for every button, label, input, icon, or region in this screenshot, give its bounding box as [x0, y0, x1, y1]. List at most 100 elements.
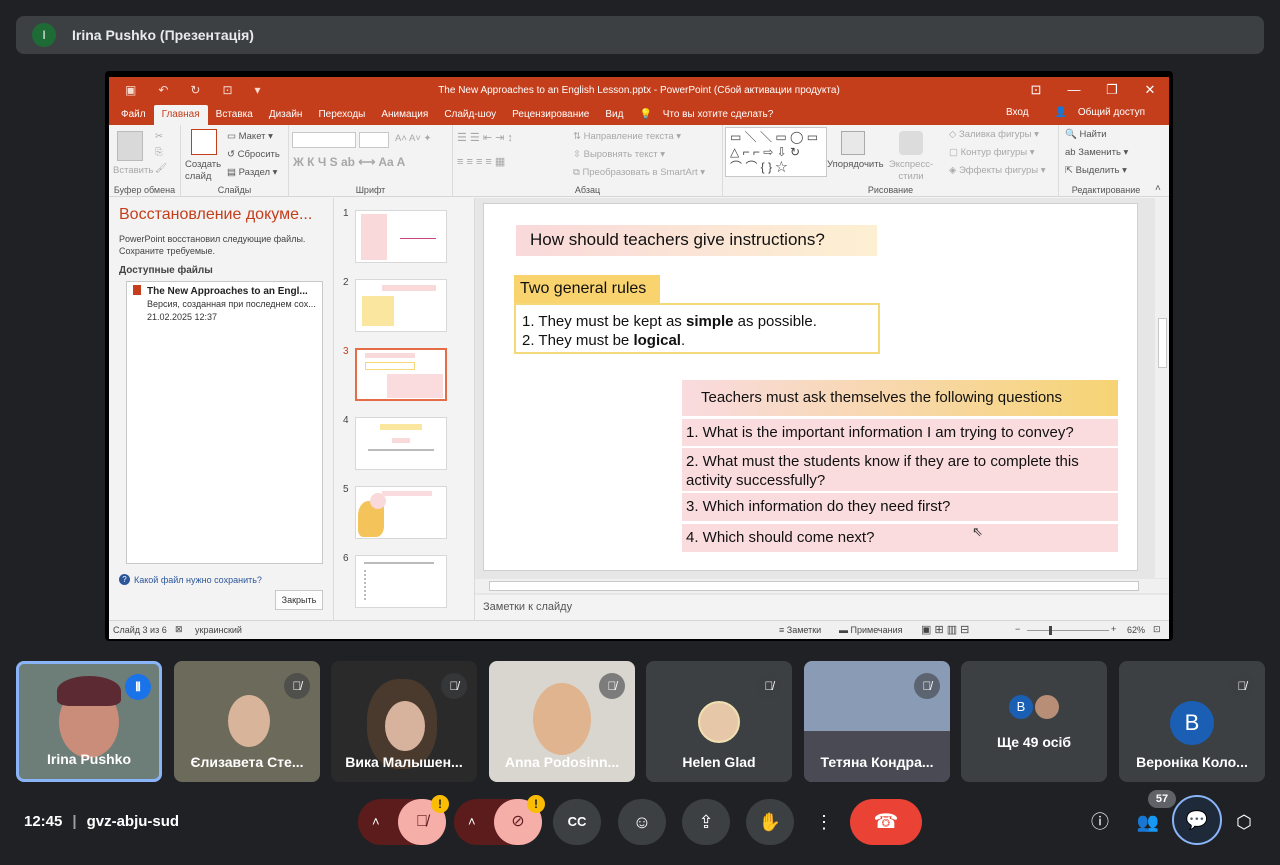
text-direction-button[interactable]: ⇅ Направление текста ▾: [573, 131, 681, 142]
font-size-field[interactable]: [359, 132, 389, 148]
arrange-icon[interactable]: [841, 131, 865, 155]
emoji-button[interactable]: ☺: [618, 799, 666, 845]
view-buttons[interactable]: ▣ ⊞ ▥ ⊟: [921, 623, 969, 636]
notes-toggle[interactable]: ≡ Заметки: [779, 625, 821, 635]
collapse-ribbon-icon[interactable]: ˄: [1155, 183, 1161, 194]
raise-hand-button[interactable]: ✋: [746, 799, 794, 845]
recovered-files-list: The New Approaches to an Engl... Версия,…: [126, 281, 323, 564]
recovered-file-name[interactable]: The New Approaches to an Engl...: [147, 286, 308, 297]
quick-styles-icon[interactable]: [899, 131, 923, 155]
section-button[interactable]: ▤ Раздел ▾: [227, 167, 277, 178]
cut-icon[interactable]: ✂: [155, 131, 163, 142]
font-format-buttons[interactable]: Ж К Ч S ab ⟷ Aa A: [293, 155, 405, 169]
participant-tile-tetiana[interactable]: 🎙̸ Тетяна Кондра...: [804, 661, 950, 782]
mic-options-chevron-icon[interactable]: ˄: [372, 799, 380, 845]
slide-thumb-5[interactable]: [355, 486, 447, 539]
chat-icon[interactable]: 💬: [1172, 795, 1222, 845]
tell-me-box[interactable]: 💡 Что вы хотите сделать?: [631, 105, 789, 125]
more-participants-tile[interactable]: B Ще 49 осіб: [961, 661, 1107, 782]
align-buttons[interactable]: ≡ ≡ ≡ ≡ ▦: [457, 155, 505, 168]
new-slide-icon[interactable]: [191, 129, 217, 155]
redo-icon[interactable]: ↻: [190, 83, 200, 97]
spellcheck-icon[interactable]: ⊠: [175, 624, 183, 635]
people-icon[interactable]: 👥: [1130, 804, 1166, 840]
participant-tile-helen[interactable]: 🎙̸ Helen Glad: [646, 661, 792, 782]
mic-off-icon: 🎙̸: [756, 673, 782, 699]
paste-icon[interactable]: [117, 131, 143, 161]
tab-transitions[interactable]: Переходы: [310, 105, 373, 125]
shape-outline-button[interactable]: ▢ Контур фигуры ▾: [949, 147, 1034, 158]
tab-design[interactable]: Дизайн: [261, 105, 311, 125]
tab-file[interactable]: Файл: [113, 105, 154, 125]
shape-fill-button[interactable]: ◇ Заливка фигуры ▾: [949, 129, 1039, 140]
which-file-link[interactable]: ? Какой файл нужно сохранить?: [119, 574, 262, 585]
horizontal-scroll-thumb[interactable]: [489, 581, 1139, 591]
slide-thumb-6[interactable]: [355, 555, 447, 608]
layout-button[interactable]: ▭ Макет ▾: [227, 131, 273, 142]
share-button[interactable]: 👤 Общий доступ: [1047, 103, 1161, 123]
camera-options-chevron-icon[interactable]: ˄: [468, 799, 476, 845]
zoom-slider-thumb[interactable]: [1049, 626, 1052, 635]
comments-toggle[interactable]: ▬ Примечания: [839, 625, 902, 635]
activities-icon[interactable]: ⬡: [1226, 804, 1262, 840]
captions-button[interactable]: CC: [553, 799, 601, 845]
present-screen-button[interactable]: ⇪: [682, 799, 730, 845]
find-button[interactable]: 🔍 Найти: [1065, 129, 1107, 140]
format-painter-icon[interactable]: 🖌: [155, 163, 167, 174]
arrange-button[interactable]: Упорядочить: [827, 159, 884, 170]
restore-icon[interactable]: ❐: [1093, 77, 1131, 103]
participant-tile-irina[interactable]: ⦀ Irina Pushko: [16, 661, 162, 782]
tab-slideshow[interactable]: Слайд-шоу: [436, 105, 504, 125]
tab-home[interactable]: Главная: [153, 105, 208, 125]
zoom-slider[interactable]: [1027, 630, 1109, 631]
ribbon-display-icon[interactable]: ⊡: [1017, 77, 1055, 103]
vertical-scrollbar[interactable]: [1155, 198, 1169, 578]
shapes-gallery[interactable]: ▭ ＼ ＼ ▭ ◯ ▭ △ ⌐ ⌐ ⇨ ⇩ ↻ ⌒ ⌒ { } ☆: [725, 127, 827, 177]
align-text-button[interactable]: ⇳ Выровнять текст ▾: [573, 149, 665, 160]
tab-review[interactable]: Рецензирование: [504, 105, 597, 125]
tab-insert[interactable]: Вставка: [208, 105, 261, 125]
undo-icon[interactable]: ↶: [158, 83, 168, 97]
tab-animations[interactable]: Анимация: [373, 105, 436, 125]
new-slide-button[interactable]: Создать слайд: [185, 159, 225, 183]
participant-tile-vika[interactable]: 🎙̸ Вика Малышен...: [331, 661, 477, 782]
zoom-out-icon[interactable]: −: [1015, 624, 1020, 634]
tab-view[interactable]: Вид: [597, 105, 631, 125]
font-size-buttons[interactable]: A˄ A˅ ✦: [395, 133, 431, 144]
close-recovery-button[interactable]: Закрыть: [275, 590, 323, 610]
signin-link[interactable]: Вход: [998, 103, 1037, 123]
paste-button[interactable]: Вставить: [113, 165, 153, 176]
vertical-scroll-thumb[interactable]: [1158, 318, 1167, 368]
copy-icon[interactable]: ⎘: [155, 147, 163, 158]
quick-styles-button[interactable]: Экспресс-стили: [883, 159, 939, 183]
end-call-button[interactable]: ☎: [850, 799, 922, 845]
smartart-button[interactable]: ⧉ Преобразовать в SmartArt ▾: [573, 167, 705, 178]
shape-effects-button[interactable]: ◈ Эффекты фигуры ▾: [949, 165, 1046, 176]
reset-button[interactable]: ↺ Сбросить: [227, 149, 280, 160]
slide-thumb-4[interactable]: [355, 417, 447, 470]
slide-thumb-2[interactable]: [355, 279, 447, 332]
replace-button[interactable]: ab Заменить ▾: [1065, 147, 1128, 158]
list-buttons[interactable]: ☰ ☰ ⇤ ⇥ ↕: [457, 131, 513, 144]
fit-slide-icon[interactable]: ⊡: [1153, 624, 1161, 635]
participant-tile-anna[interactable]: 🎙̸ Anna Podosinn...: [489, 661, 635, 782]
font-name-field[interactable]: [292, 132, 356, 148]
present-icon[interactable]: ⊡: [222, 83, 232, 97]
participant-tile-veronika[interactable]: B 🎙̸ Вероніка Коло...: [1119, 661, 1265, 782]
zoom-level[interactable]: 62%: [1127, 625, 1145, 635]
more-options-button[interactable]: ⋮: [810, 799, 838, 845]
minimize-icon[interactable]: —: [1055, 77, 1093, 103]
customize-icon[interactable]: ▾: [255, 83, 261, 97]
save-icon[interactable]: ▣: [125, 83, 136, 97]
slide-thumb-1[interactable]: [355, 210, 447, 263]
language-label[interactable]: украинский: [195, 625, 242, 635]
select-button[interactable]: ⇱ Выделить ▾: [1065, 165, 1127, 176]
zoom-in-icon[interactable]: +: [1111, 624, 1116, 634]
slide-notes[interactable]: Заметки к слайду: [475, 595, 1169, 620]
meeting-details-icon[interactable]: ⓘ: [1082, 804, 1118, 840]
editing-group-label: Редактирование: [1071, 185, 1141, 195]
slide-thumb-3[interactable]: [355, 348, 447, 401]
participant-tile-yelyzaveta[interactable]: 🎙̸ Єлизавета Сте...: [174, 661, 320, 782]
close-icon[interactable]: ✕: [1131, 77, 1169, 103]
current-slide[interactable]: How should teachers give instructions? T…: [483, 203, 1138, 571]
